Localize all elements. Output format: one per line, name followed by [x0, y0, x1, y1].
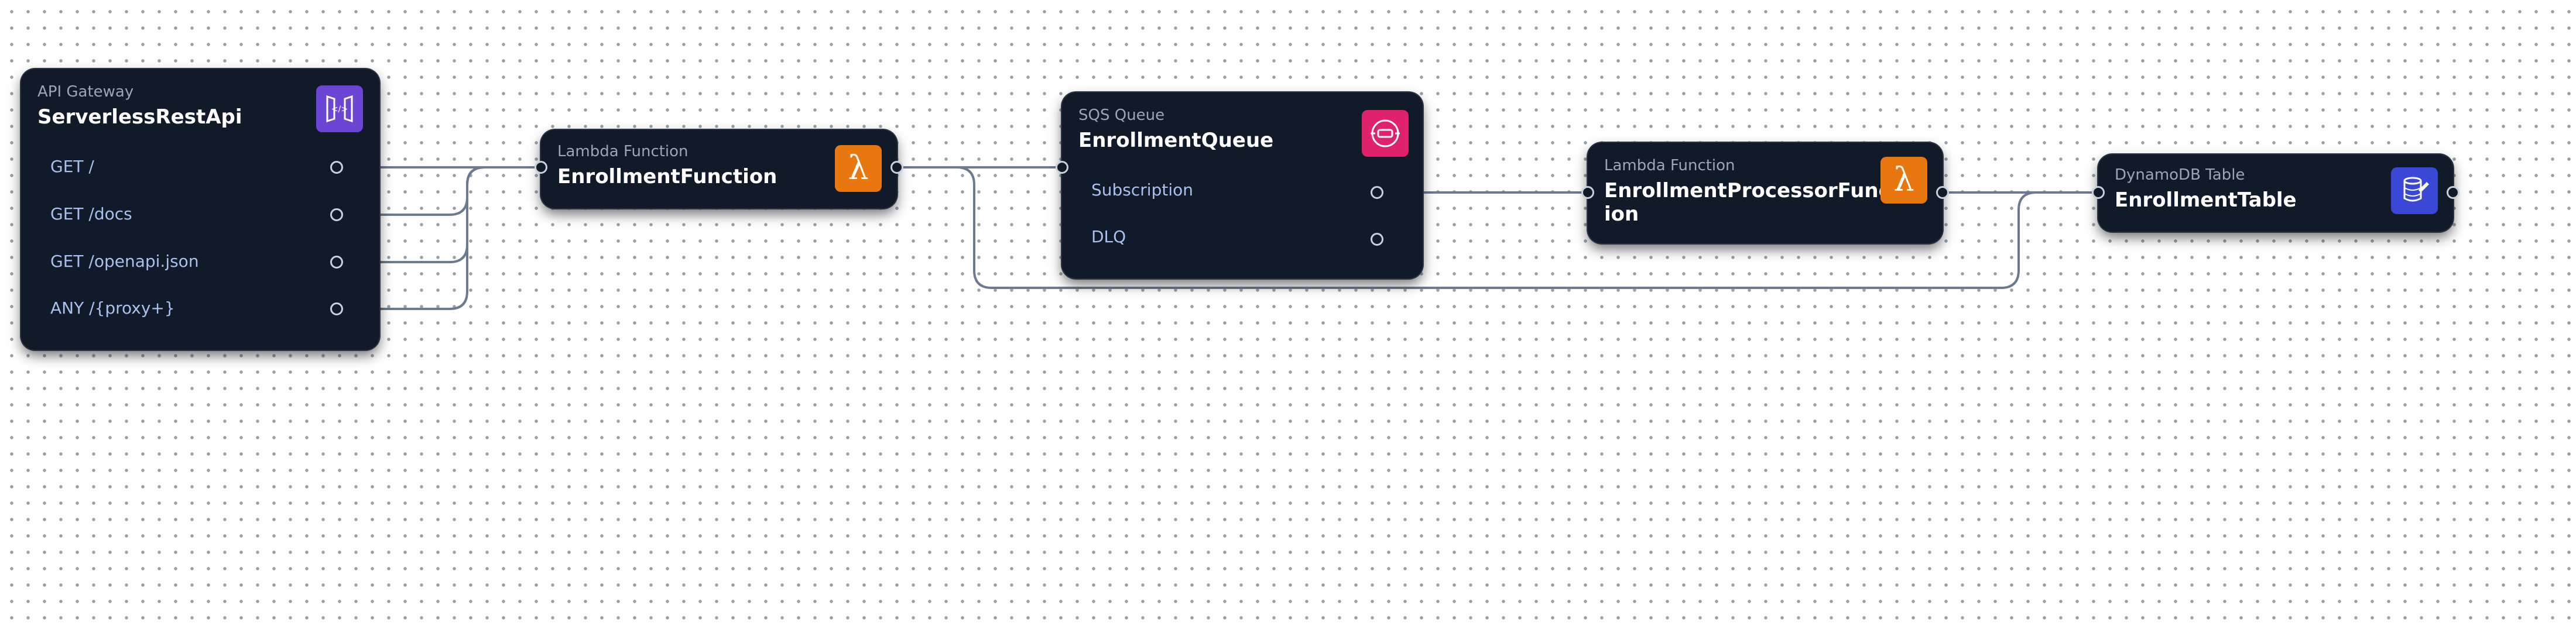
- port-get-openapi[interactable]: [330, 256, 343, 269]
- node-type-label: API Gateway: [37, 83, 134, 101]
- input-port[interactable]: [1581, 186, 1594, 199]
- input-port[interactable]: [1056, 161, 1068, 174]
- output-port[interactable]: [1936, 186, 1949, 199]
- port-dlq[interactable]: [1371, 233, 1383, 246]
- lambda-icon: λ: [835, 145, 882, 192]
- dynamodb-icon: [2391, 167, 2438, 214]
- route-get-root: GET /: [50, 157, 94, 176]
- enrollment-function-node[interactable]: Lambda Function EnrollmentFunction λ: [535, 130, 903, 208]
- enrollment-queue-node[interactable]: SQS Queue EnrollmentQueue Subscription D…: [1056, 92, 1423, 278]
- svg-text:</>: </>: [331, 105, 348, 114]
- route-get-docs: GET /docs: [50, 204, 132, 223]
- input-port[interactable]: [2092, 186, 2105, 199]
- route-get-openapi: GET /openapi.json: [50, 252, 199, 271]
- enrollment-table-node[interactable]: DynamoDB Table EnrollmentTable: [2092, 154, 2459, 232]
- node-title: EnrollmentFunction: [557, 165, 777, 188]
- output-port[interactable]: [2447, 186, 2459, 199]
- port-get-docs[interactable]: [330, 208, 343, 221]
- node-type-label: DynamoDB Table: [2115, 166, 2245, 184]
- node-title: EnrollmentQueue: [1078, 129, 1274, 152]
- port-any-proxy[interactable]: [330, 302, 343, 315]
- port-subscription[interactable]: [1371, 186, 1383, 199]
- node-title-line-2: ion: [1604, 202, 1639, 226]
- route-any-proxy: ANY /{proxy+}: [50, 298, 175, 318]
- output-port[interactable]: [890, 161, 903, 174]
- api-gateway-node[interactable]: API Gateway ServerlessRestApi </> GET / …: [21, 69, 379, 350]
- port-label-subscription: Subscription: [1091, 180, 1193, 200]
- port-label-dlq: DLQ: [1091, 227, 1126, 246]
- sqs-icon: [1362, 110, 1409, 157]
- input-port[interactable]: [535, 161, 547, 174]
- node-type-label: Lambda Function: [557, 143, 688, 160]
- port-get-root[interactable]: [330, 161, 343, 174]
- node-title: ServerlessRestApi: [37, 105, 242, 129]
- lambda-icon: λ: [1880, 157, 1927, 204]
- enrollment-processor-function-node[interactable]: Lambda Function EnrollmentProcessorFunct…: [1581, 143, 1949, 243]
- node-title: EnrollmentTable: [2115, 188, 2297, 212]
- node-type-label: Lambda Function: [1604, 157, 1735, 174]
- node-type-label: SQS Queue: [1078, 106, 1165, 124]
- api-gateway-icon: </>: [316, 85, 363, 132]
- node-title-line-1: EnrollmentProcessorFunct: [1604, 179, 1900, 202]
